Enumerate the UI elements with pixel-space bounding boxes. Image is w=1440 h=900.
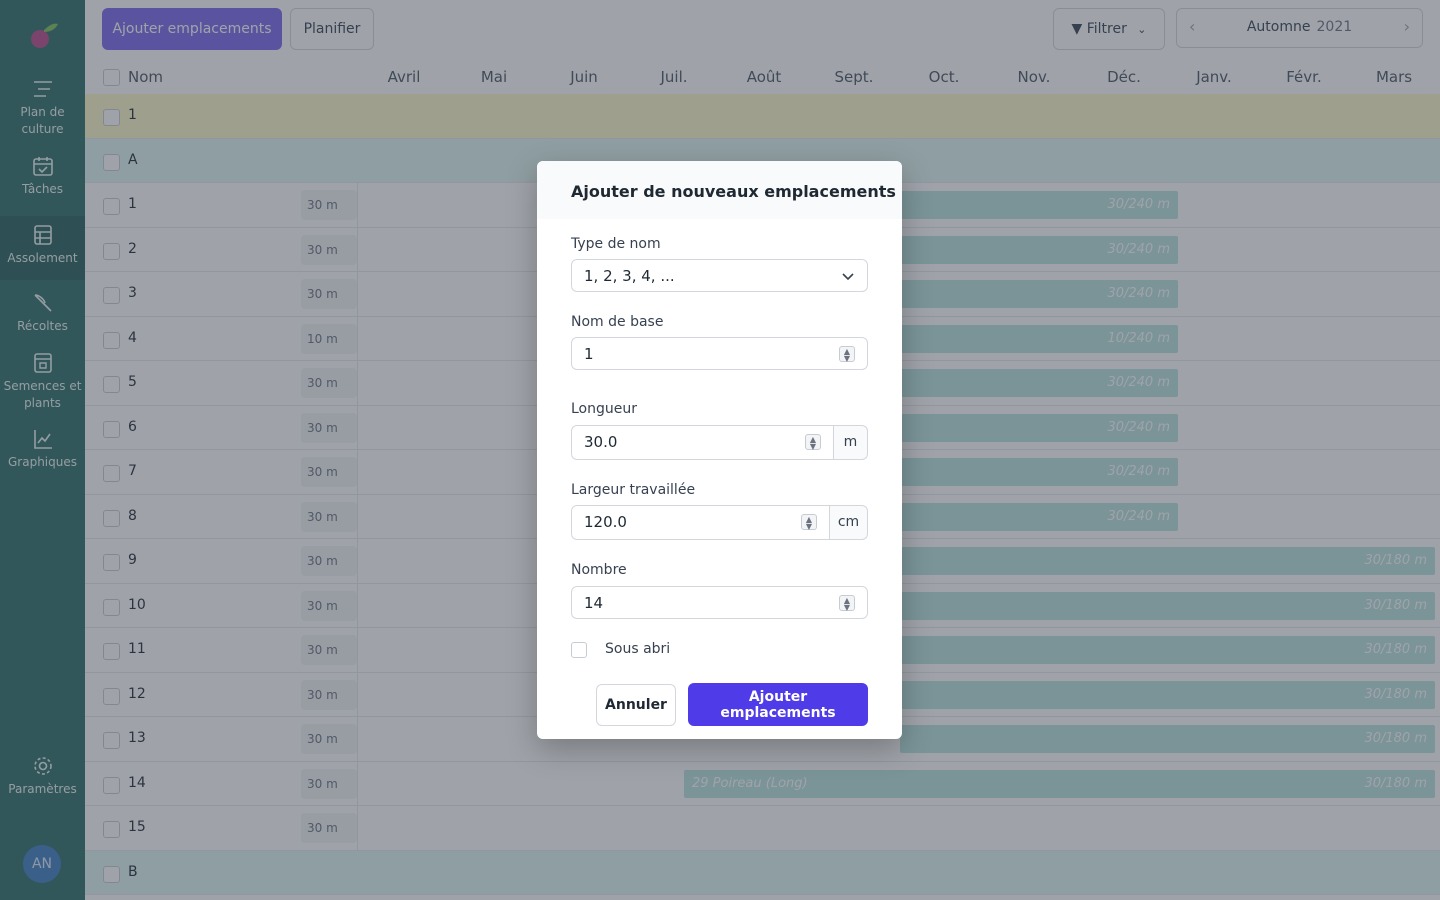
name-type-value: 1, 2, 3, 4, ... [584, 267, 675, 285]
add-locations-dialog: Ajouter de nouveaux emplacements Type de… [537, 161, 902, 739]
base-name-label: Nom de base [571, 314, 664, 330]
stepper-icon[interactable]: ▲ ▼ [805, 434, 821, 451]
covered-checkbox[interactable] [571, 642, 587, 658]
count-input[interactable]: 14 ▲ ▼ [571, 586, 868, 619]
width-value: 120.0 [584, 513, 627, 531]
length-label: Longueur [571, 401, 637, 417]
length-input[interactable]: 30.0 ▲ ▼ [571, 425, 834, 460]
name-type-label: Type de nom [571, 236, 661, 252]
stepper-icon[interactable]: ▲ ▼ [839, 595, 855, 612]
count-label: Nombre [571, 562, 627, 578]
width-input[interactable]: 120.0 ▲ ▼ [571, 505, 830, 540]
width-unit: cm [830, 505, 868, 540]
stepper-icon[interactable]: ▲ ▼ [839, 346, 855, 363]
count-value: 14 [584, 594, 604, 612]
dialog-header: Ajouter de nouveaux emplacements [537, 161, 902, 219]
length-unit: m [834, 425, 868, 460]
length-value: 30.0 [584, 433, 618, 451]
base-name-value: 1 [584, 345, 594, 363]
base-name-input[interactable]: 1 ▲ ▼ [571, 337, 868, 370]
covered-label: Sous abri [605, 641, 671, 657]
stepper-icon[interactable]: ▲ ▼ [801, 514, 817, 531]
cancel-button[interactable]: Annuler [596, 684, 676, 726]
name-type-select[interactable]: 1, 2, 3, 4, ... [571, 259, 868, 292]
width-label: Largeur travaillée [571, 482, 696, 498]
dialog-title: Ajouter de nouveaux emplacements [571, 182, 896, 201]
chevron-down-icon [842, 273, 854, 281]
submit-add-locations-button[interactable]: Ajouter emplacements [688, 683, 868, 726]
